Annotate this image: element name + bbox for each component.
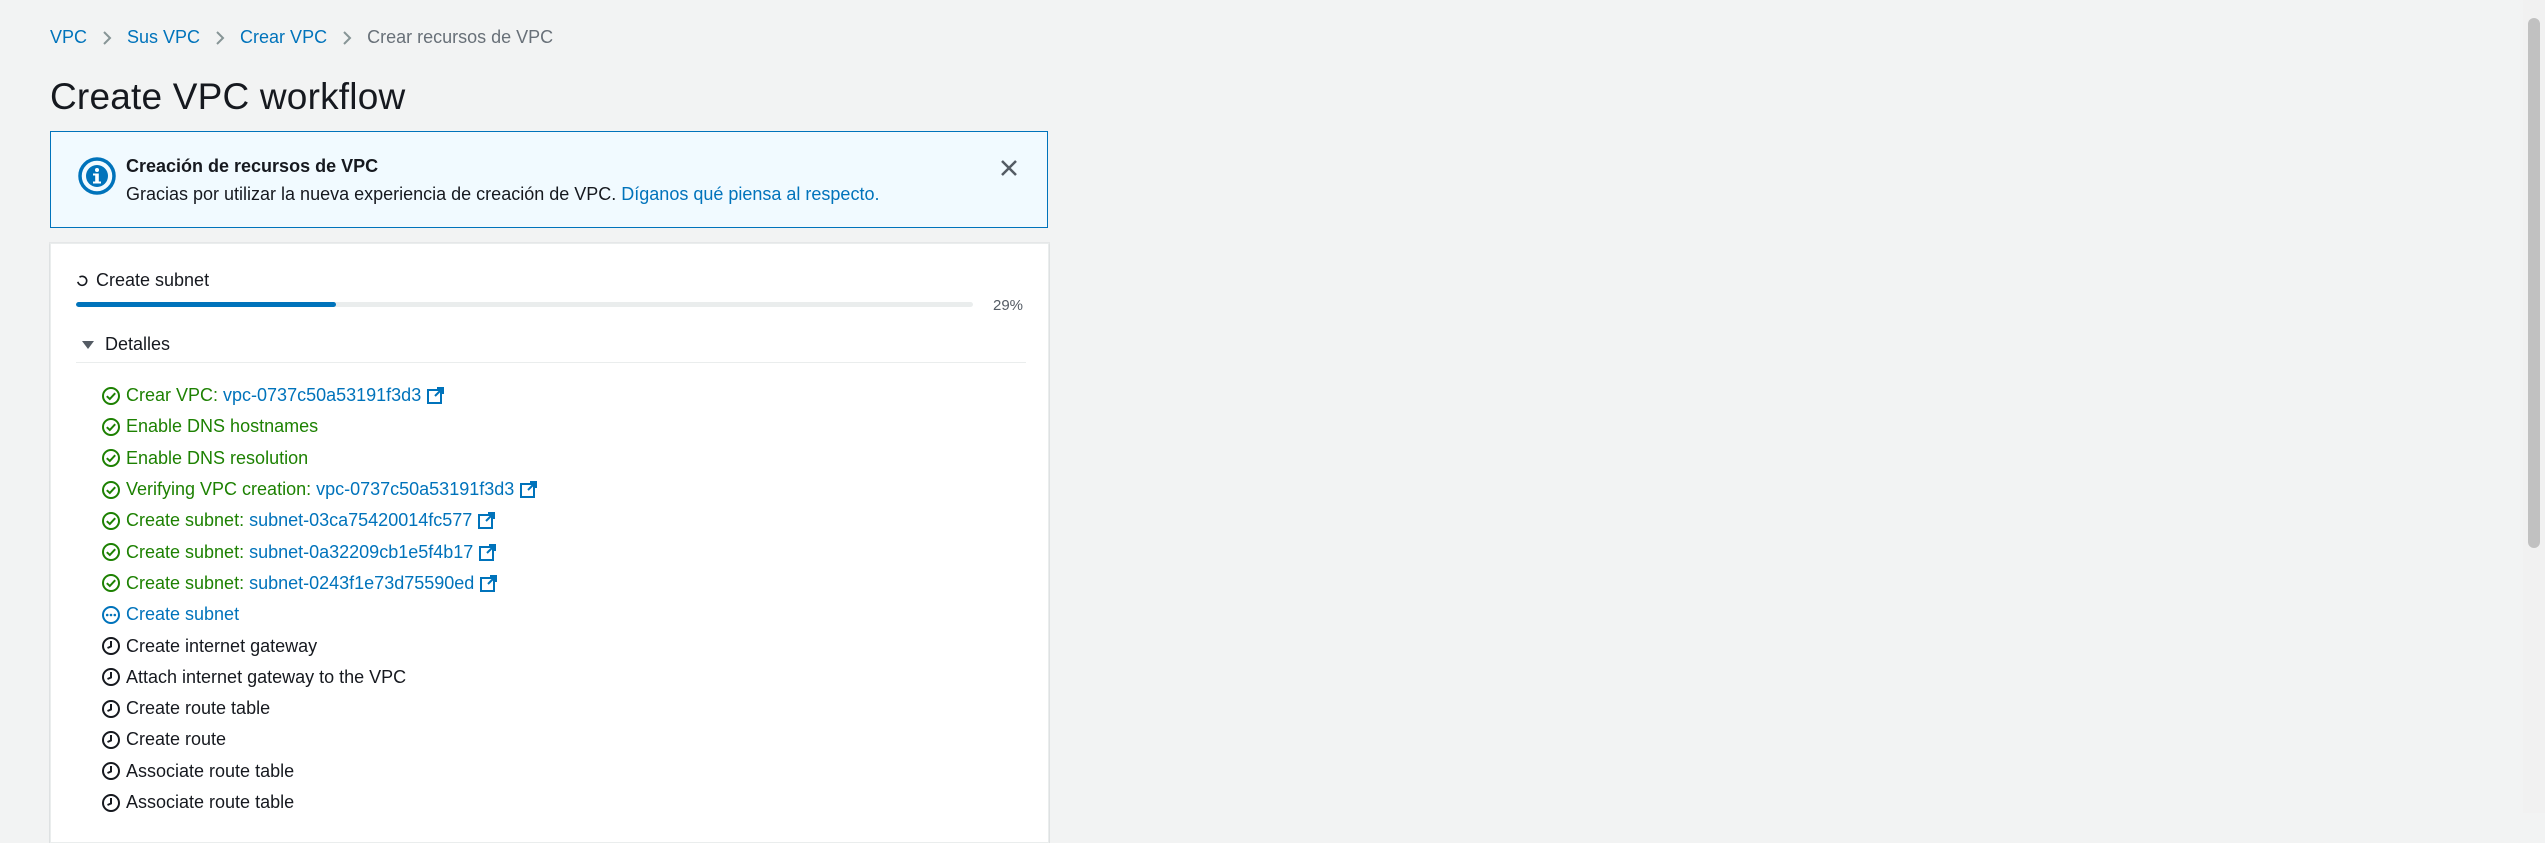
step-text: Attach internet gateway to the VPC <box>126 666 407 687</box>
step-text: Create subnet: <box>126 572 245 593</box>
step-item: Create subnet: subnet-03ca75420014fc577 <box>101 505 538 536</box>
flash-title: Creación de recursos de VPC <box>126 156 379 176</box>
progress-label: Create subnet <box>96 270 210 290</box>
chevron-right-icon <box>87 27 127 48</box>
spinner-icon <box>77 275 88 286</box>
clock-icon <box>102 668 120 687</box>
progress-status: Create subnet <box>76 270 209 291</box>
step-item: Create subnet: subnet-0243f1e73d75590ed <box>101 568 538 599</box>
step-text: Create route table <box>126 698 271 719</box>
step-resource-link[interactable]: vpc-0737c50a53191f3d3 <box>316 479 514 500</box>
details-label: Detalles <box>105 334 171 354</box>
step-item: Create subnet <box>101 599 538 630</box>
external-link-icon[interactable] <box>519 480 538 499</box>
in-progress-icon <box>102 605 120 624</box>
step-item: Crear VPC: vpc-0737c50a53191f3d3 <box>101 380 538 411</box>
step-text: Create route <box>126 729 227 750</box>
progress-panel: Create subnet 29% Detalles Crear VPC: vpc… <box>50 243 1049 843</box>
flash-message-text: Gracias por utilizar la nueva experienci… <box>126 184 617 204</box>
info-flashbar: Creación de recursos de VPC Gracias por … <box>50 131 1048 228</box>
clock-icon <box>102 730 120 749</box>
progress-bar-fill <box>76 302 337 307</box>
breadcrumb-link-create-vpc[interactable]: Crear VPC <box>240 27 327 48</box>
breadcrumb: VPC Sus VPC Crear VPC Crear recursos de … <box>50 24 553 50</box>
feedback-link[interactable]: Díganos qué piensa al respecto. <box>621 184 879 204</box>
check-circle-icon <box>102 511 120 530</box>
progress-percent: 29% <box>993 297 1024 314</box>
step-item: Create route table <box>101 693 538 724</box>
caret-down-icon <box>82 341 94 349</box>
external-link-icon[interactable] <box>426 386 445 405</box>
steps-list: Crear VPC: vpc-0737c50a53191f3d3 Enable DN… <box>101 380 538 818</box>
step-item: Create internet gateway <box>101 630 538 661</box>
details-toggle[interactable]: Detalles <box>76 334 1026 363</box>
chevron-right-icon <box>327 27 367 48</box>
step-item: Enable DNS resolution <box>101 443 538 474</box>
check-circle-icon <box>102 574 120 593</box>
check-circle-icon <box>102 386 120 405</box>
step-resource-link[interactable]: subnet-0a32209cb1e5f4b17 <box>249 542 473 563</box>
step-text: Associate route table <box>126 792 295 812</box>
step-text: Create internet gateway <box>126 635 318 656</box>
check-circle-icon <box>102 417 120 436</box>
step-text: Create subnet: <box>126 541 245 562</box>
external-link-icon[interactable] <box>478 543 497 562</box>
step-text: Enable DNS hostnames <box>126 416 319 437</box>
progress-bar <box>76 302 973 307</box>
scrollbar-thumb[interactable] <box>2528 18 2540 548</box>
external-link-icon[interactable] <box>477 511 496 530</box>
check-circle-icon <box>102 480 120 499</box>
breadcrumb-current: Crear recursos de VPC <box>367 26 554 47</box>
clock-icon <box>102 762 120 781</box>
clock-icon <box>102 637 120 656</box>
step-item: Create route <box>101 724 538 755</box>
step-text: Create subnet <box>126 604 240 625</box>
step-text: Associate route table <box>126 760 295 781</box>
breadcrumb-link-vpc[interactable]: VPC <box>50 27 87 48</box>
chevron-right-icon <box>200 27 240 48</box>
step-text: Crear VPC: <box>126 385 219 406</box>
step-resource-link[interactable]: subnet-0243f1e73d75590ed <box>249 573 474 594</box>
step-text: Verifying VPC creation: <box>126 479 312 500</box>
step-item: Associate route table <box>101 756 538 787</box>
page-scrollbar[interactable] <box>2523 0 2545 813</box>
info-circle-icon <box>78 157 116 195</box>
step-resource-link[interactable]: subnet-03ca75420014fc577 <box>249 510 472 531</box>
step-item: Create subnet: subnet-0a32209cb1e5f4b17 <box>101 536 538 567</box>
check-circle-icon <box>102 543 120 562</box>
close-icon[interactable] <box>997 156 1021 180</box>
step-text: Enable DNS resolution <box>126 447 309 468</box>
step-text: Create subnet: <box>126 510 245 531</box>
clock-icon <box>102 793 120 812</box>
step-item: Enable DNS hostnames <box>101 411 538 442</box>
check-circle-icon <box>102 449 120 468</box>
step-resource-link[interactable]: vpc-0737c50a53191f3d3 <box>223 385 421 406</box>
external-link-icon[interactable] <box>479 574 498 593</box>
page-title: Create VPC workflow <box>50 76 406 117</box>
clock-icon <box>102 699 120 718</box>
step-item: Verifying VPC creation: vpc-0737c50a53191… <box>101 474 538 505</box>
step-item: Associate route table <box>101 787 538 818</box>
flash-message: Gracias por utilizar la nueva experienci… <box>126 184 879 205</box>
breadcrumb-link-your-vpcs[interactable]: Sus VPC <box>127 27 200 48</box>
step-item: Attach internet gateway to the VPC <box>101 662 538 693</box>
